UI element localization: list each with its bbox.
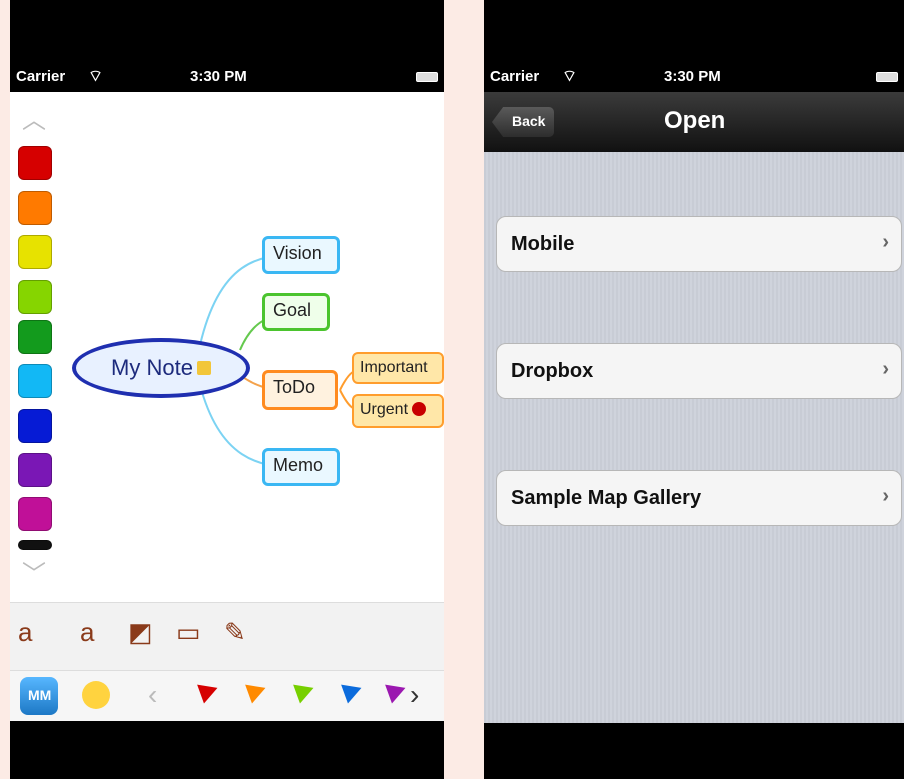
option-label: Dropbox <box>511 360 594 382</box>
chevron-right-icon: › <box>882 358 889 380</box>
right-phone-screen: Carrier ⌔ 3:30 PM Back Open Mobile › Dro… <box>484 0 904 779</box>
logo-label: MM <box>28 687 52 703</box>
formatting-toolbar: a a ◩ ▭ ✎ <box>10 602 444 671</box>
chevron-right-icon: › <box>882 231 889 253</box>
flag-purple-icon[interactable] <box>385 678 409 704</box>
flag-blue-icon[interactable] <box>341 678 365 704</box>
node-todo-label: ToDo <box>273 377 316 397</box>
option-label: Mobile <box>511 233 575 255</box>
node-urgent[interactable]: Urgent <box>352 394 444 428</box>
chevron-right-icon: › <box>882 485 889 507</box>
app-logo-icon[interactable]: MM <box>20 677 58 715</box>
status-bar: Carrier ⌔ 3:30 PM <box>484 62 904 92</box>
chevron-right-icon[interactable]: › <box>410 679 419 711</box>
flag-green-icon[interactable] <box>293 678 317 704</box>
text-style-icon[interactable]: a <box>18 617 32 648</box>
line-brush-icon[interactable]: ✎ <box>224 617 246 648</box>
time-label: 3:30 PM <box>664 68 721 85</box>
page-title: Open <box>664 107 726 134</box>
open-option-dropbox[interactable]: Dropbox › <box>496 343 902 399</box>
flag-orange-icon[interactable] <box>245 678 269 704</box>
node-important[interactable]: Important <box>352 352 444 384</box>
node-goal-label: Goal <box>273 300 312 320</box>
navigation-bar: Back Open <box>484 92 904 153</box>
node-vision-label: Vision <box>273 243 322 263</box>
flag-red-icon[interactable] <box>197 678 221 704</box>
node-todo[interactable]: ToDo <box>262 370 338 410</box>
left-phone-screen: Carrier ⌔ 3:30 PM ︿ ﹀ My Note Vision Goa… <box>10 0 444 779</box>
node-important-label: Important <box>360 359 428 376</box>
central-topic-label: My Note <box>111 355 193 380</box>
node-goal[interactable]: Goal <box>262 293 330 331</box>
battery-icon <box>876 72 898 82</box>
border-style-icon[interactable]: ▭ <box>176 617 201 648</box>
bottom-toolbar: MM ‹ › <box>10 670 444 721</box>
back-button[interactable]: Back <box>492 107 554 137</box>
chevron-left-icon[interactable]: ‹ <box>148 679 157 711</box>
back-button-label: Back <box>512 113 546 129</box>
note-icon <box>196 361 211 375</box>
open-option-mobile[interactable]: Mobile › <box>496 216 902 272</box>
text-color-icon[interactable]: a <box>80 617 94 648</box>
option-label: Sample Map Gallery <box>511 487 702 509</box>
central-topic[interactable]: My Note <box>72 338 250 398</box>
carrier-label: Carrier <box>490 68 540 85</box>
node-memo[interactable]: Memo <box>262 448 340 486</box>
priority-icon <box>412 402 427 416</box>
open-options-list: Mobile › Dropbox › Sample Map Gallery › <box>484 152 904 723</box>
wifi-icon: ⌔ <box>562 68 578 85</box>
emoji-icon[interactable] <box>82 681 110 709</box>
node-urgent-label: Urgent <box>360 401 409 418</box>
node-vision[interactable]: Vision <box>262 236 340 274</box>
fill-bucket-icon[interactable]: ◩ <box>128 617 153 648</box>
node-memo-label: Memo <box>273 455 324 475</box>
open-option-sample-map-gallery[interactable]: Sample Map Gallery › <box>496 470 902 526</box>
